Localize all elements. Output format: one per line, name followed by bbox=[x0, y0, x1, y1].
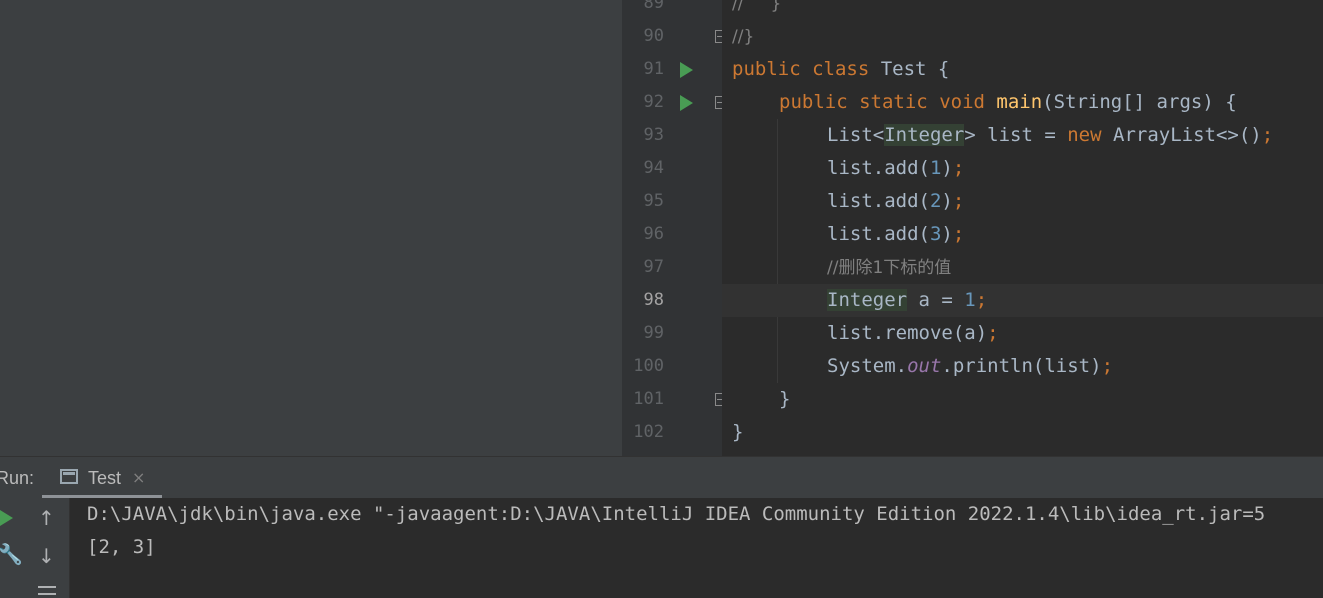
line-number: 95 bbox=[643, 191, 664, 211]
code-editor[interactable]: // } //} public class Test { public stat… bbox=[722, 0, 1323, 456]
code-line[interactable]: } bbox=[722, 383, 1323, 416]
line-number: 98 bbox=[643, 290, 664, 310]
code-line[interactable]: public static void main(String[] args) { bbox=[722, 86, 1323, 119]
gutter-row: 98 bbox=[622, 284, 722, 317]
code-line-current[interactable]: Integer a = 1; bbox=[722, 284, 1323, 317]
code-line[interactable]: System.out.println(list); bbox=[722, 350, 1323, 383]
console-output[interactable]: D:\JAVA\jdk\bin\java.exe "-javaagent:D:\… bbox=[70, 498, 1323, 598]
line-number: 97 bbox=[643, 257, 664, 277]
gutter-row: 94 bbox=[622, 152, 722, 185]
gutter-row: 93 bbox=[622, 119, 722, 152]
line-number: 102 bbox=[633, 422, 664, 442]
gutter-row: 90 bbox=[622, 20, 726, 53]
gutter-row: 92 bbox=[622, 86, 726, 119]
run-tab-test[interactable]: Test × bbox=[42, 457, 162, 499]
comment-text: //删除1下标的值 bbox=[827, 258, 952, 278]
code-line[interactable]: public class Test { bbox=[722, 53, 1323, 86]
run-tool-window-header: Run: Test × bbox=[0, 456, 1323, 499]
line-number: 96 bbox=[643, 224, 664, 244]
soft-wrap-icon[interactable] bbox=[38, 586, 56, 598]
rerun-icon[interactable] bbox=[0, 510, 13, 526]
line-number: 100 bbox=[633, 356, 664, 376]
run-tab-label: Test bbox=[88, 468, 122, 488]
code-line[interactable]: } bbox=[722, 416, 1323, 449]
code-line[interactable]: list.add(2); bbox=[722, 185, 1323, 218]
close-icon[interactable]: × bbox=[132, 457, 145, 499]
gutter-row: 100 bbox=[622, 350, 722, 383]
gutter-row: 102 bbox=[622, 416, 722, 449]
run-class-icon[interactable] bbox=[680, 62, 693, 78]
code-line[interactable]: //删除1下标的值 bbox=[722, 251, 1323, 284]
line-number: 101 bbox=[633, 389, 664, 409]
gutter-row: 91 bbox=[622, 53, 722, 86]
line-number: 91 bbox=[643, 59, 664, 79]
wrench-icon[interactable]: 🔧 bbox=[0, 542, 23, 566]
editor-gutter: 89 90 91 92 93 94 95 96 97 98 99 100 101… bbox=[622, 0, 726, 456]
code-line[interactable]: List<Integer> list = new ArrayList<>(); bbox=[722, 119, 1323, 152]
code-line[interactable]: //} bbox=[722, 20, 1323, 53]
console-toolbar: 🔧 ↑ ↓ bbox=[0, 498, 70, 598]
line-number: 99 bbox=[643, 323, 664, 343]
code-line[interactable]: list.add(1); bbox=[722, 152, 1323, 185]
console-window-icon bbox=[60, 469, 78, 484]
comment-text: // } bbox=[732, 0, 782, 14]
gutter-row: 89 bbox=[622, 0, 722, 20]
gutter-row: 96 bbox=[622, 218, 722, 251]
console-line: D:\JAVA\jdk\bin\java.exe "-javaagent:D:\… bbox=[87, 503, 1266, 525]
code-line[interactable]: // } bbox=[722, 0, 1323, 20]
up-arrow-icon[interactable]: ↑ bbox=[38, 506, 55, 530]
line-number: 89 bbox=[643, 0, 664, 13]
console-line: [2, 3] bbox=[87, 536, 156, 558]
down-arrow-icon[interactable]: ↓ bbox=[38, 544, 55, 568]
line-number: 94 bbox=[643, 158, 664, 178]
code-line[interactable]: list.remove(a); bbox=[722, 317, 1323, 350]
run-label: Run: bbox=[0, 468, 35, 488]
code-line[interactable]: list.add(3); bbox=[722, 218, 1323, 251]
line-number: 92 bbox=[643, 92, 664, 112]
gutter-row: 95 bbox=[622, 185, 722, 218]
gutter-row: 99 bbox=[622, 317, 722, 350]
line-number: 93 bbox=[643, 125, 664, 145]
gutter-row: 101 bbox=[622, 383, 726, 416]
gutter-row: 97 bbox=[622, 251, 722, 284]
project-panel bbox=[0, 0, 622, 456]
run-main-icon[interactable] bbox=[680, 95, 693, 111]
line-number: 90 bbox=[643, 26, 664, 46]
comment-text: //} bbox=[732, 27, 755, 47]
